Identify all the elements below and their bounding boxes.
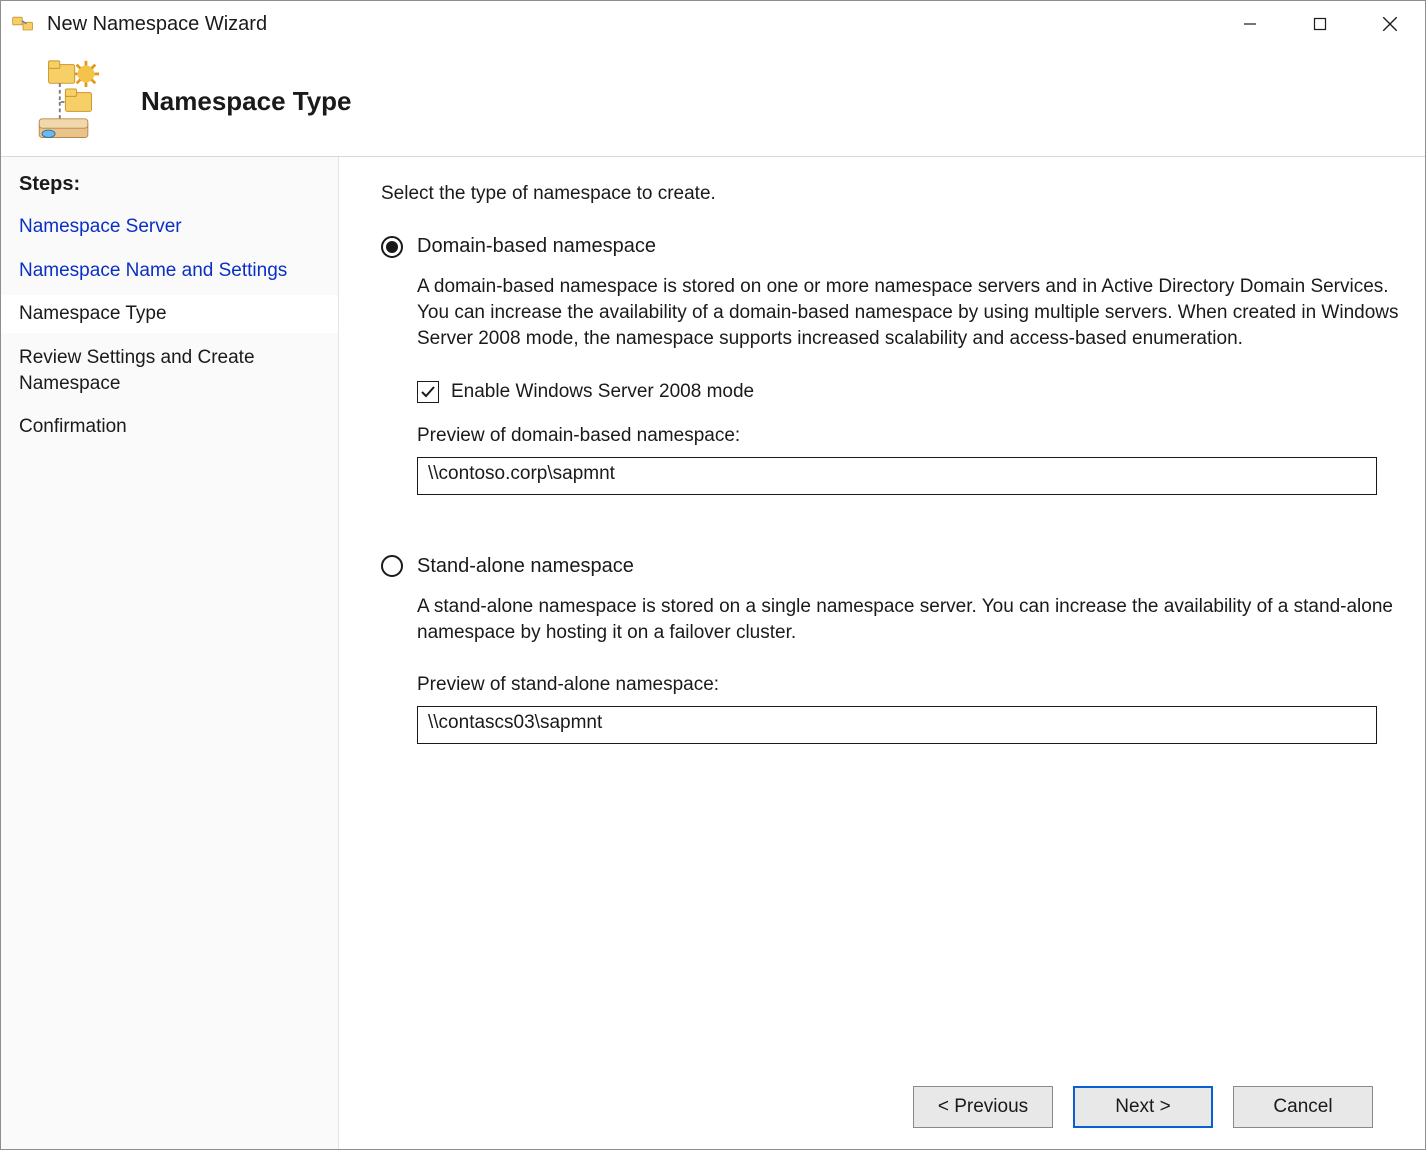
banner-title: Namespace Type bbox=[141, 86, 352, 117]
window-title: New Namespace Wizard bbox=[47, 13, 267, 36]
instruction-text: Select the type of namespace to create. bbox=[381, 183, 1399, 205]
steps-sidebar: Steps: Namespace Server Namespace Name a… bbox=[1, 157, 339, 1149]
close-button[interactable] bbox=[1355, 4, 1425, 44]
step-confirmation: Confirmation bbox=[17, 408, 338, 446]
title-bar: New Namespace Wizard bbox=[1, 1, 1425, 47]
checkbox-ws2008-mode[interactable]: Enable Windows Server 2008 mode bbox=[417, 381, 1399, 403]
step-namespace-type[interactable]: Namespace Type bbox=[1, 295, 338, 333]
step-namespace-name-settings[interactable]: Namespace Name and Settings bbox=[17, 252, 338, 290]
standalone-preview-label: Preview of stand-alone namespace: bbox=[417, 674, 1399, 696]
radio-icon bbox=[381, 236, 403, 258]
maximize-button[interactable] bbox=[1285, 4, 1355, 44]
domain-preview-label: Preview of domain-based namespace: bbox=[417, 425, 1399, 447]
checkbox-label: Enable Windows Server 2008 mode bbox=[451, 381, 754, 403]
domain-preview-field: \\contoso.corp\sapmnt bbox=[417, 457, 1377, 495]
previous-button[interactable]: < Previous bbox=[913, 1086, 1053, 1128]
wizard-footer: < Previous Next > Cancel bbox=[381, 1063, 1399, 1149]
namespace-type-icon bbox=[25, 56, 117, 148]
domain-description: A domain-based namespace is stored on on… bbox=[417, 274, 1399, 353]
option-domain-based: Domain-based namespace A domain-based na… bbox=[381, 235, 1399, 495]
radio-domain-based[interactable]: Domain-based namespace bbox=[381, 235, 1399, 258]
wizard-banner: Namespace Type bbox=[1, 47, 1425, 157]
minimize-button[interactable] bbox=[1215, 4, 1285, 44]
cancel-button[interactable]: Cancel bbox=[1233, 1086, 1373, 1128]
next-button[interactable]: Next > bbox=[1073, 1086, 1213, 1128]
radio-label: Stand-alone namespace bbox=[417, 555, 634, 578]
standalone-preview-field: \\contascs03\sapmnt bbox=[417, 706, 1377, 744]
step-namespace-server[interactable]: Namespace Server bbox=[17, 208, 338, 246]
app-icon bbox=[9, 10, 37, 38]
option-stand-alone: Stand-alone namespace A stand-alone name… bbox=[381, 555, 1399, 744]
radio-stand-alone[interactable]: Stand-alone namespace bbox=[381, 555, 1399, 578]
radio-icon bbox=[381, 555, 403, 577]
radio-label: Domain-based namespace bbox=[417, 235, 656, 258]
main-panel: Select the type of namespace to create. … bbox=[339, 157, 1425, 1149]
checkbox-icon bbox=[417, 381, 439, 403]
standalone-description: A stand-alone namespace is stored on a s… bbox=[417, 594, 1399, 646]
steps-heading: Steps: bbox=[19, 173, 338, 196]
wizard-window: New Namespace Wizard bbox=[0, 0, 1426, 1150]
wizard-body: Steps: Namespace Server Namespace Name a… bbox=[1, 157, 1425, 1149]
step-review-create: Review Settings and Create Namespace bbox=[17, 339, 338, 402]
